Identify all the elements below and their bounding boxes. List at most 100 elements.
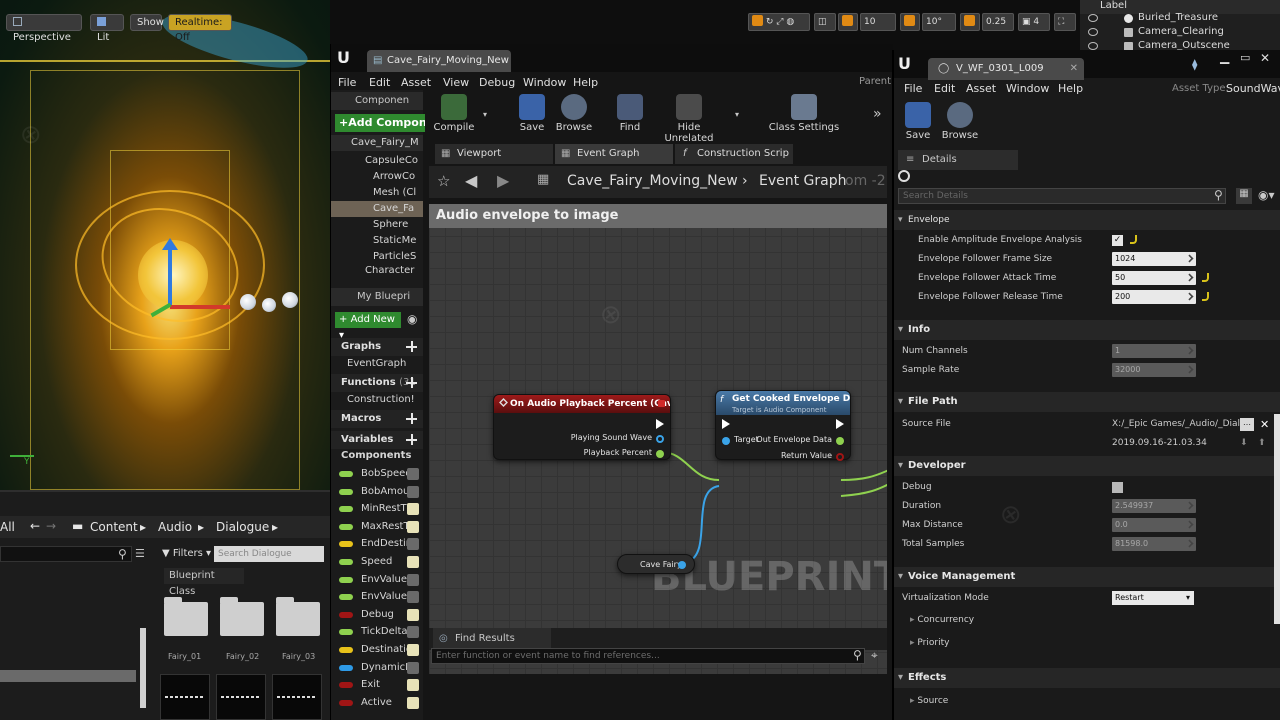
rotation-snap[interactable]: 10° xyxy=(922,13,956,31)
scale-snap[interactable]: 0.25 xyxy=(982,13,1014,31)
white-orb[interactable] xyxy=(262,298,276,312)
event-graph-item[interactable]: EventGraph xyxy=(331,356,423,372)
variable-item[interactable]: MinRestTi xyxy=(331,501,423,517)
browse-file-button[interactable]: … xyxy=(1240,418,1254,431)
lit-button[interactable]: Lit xyxy=(90,14,124,43)
star-icon[interactable]: ☆ xyxy=(437,172,450,190)
search-details-input[interactable]: Search Details xyxy=(898,188,1226,204)
forward-arrow-icon[interactable]: → xyxy=(46,519,56,533)
details-tab[interactable]: ≡ Details xyxy=(898,150,1018,170)
voice-management-section[interactable]: Voice Management xyxy=(894,567,1280,587)
variable-item[interactable]: Active xyxy=(331,695,423,711)
component-item[interactable]: StaticMe xyxy=(331,233,423,249)
surface-snap-button[interactable]: ◫ xyxy=(814,13,836,31)
tab-construction-script[interactable]: f Construction Scrip xyxy=(675,144,793,164)
variable-item[interactable]: DynamicM xyxy=(331,660,423,676)
breadcrumb-event-graph[interactable]: Event Graph xyxy=(759,173,847,189)
menu-window[interactable]: Window xyxy=(1006,80,1049,98)
visibility-eye-icon[interactable] xyxy=(407,468,419,480)
blueprint-tab[interactable]: ▤ Cave_Fairy_Moving_New xyxy=(367,50,511,72)
scrollbar[interactable] xyxy=(0,670,136,682)
back-arrow-icon[interactable]: ← xyxy=(30,519,40,533)
menu-debug[interactable]: Debug xyxy=(479,74,515,92)
breadcrumb-content[interactable]: Content xyxy=(90,520,138,534)
hide-unrelated-button[interactable]: Hide Unrelated xyxy=(653,94,725,144)
scrollbar[interactable] xyxy=(140,628,146,708)
tab-viewport[interactable]: ▦ Viewport xyxy=(435,144,553,164)
visibility-eye-icon[interactable] xyxy=(407,503,419,516)
variable-item[interactable]: BobAmour xyxy=(331,484,423,500)
class-settings-button[interactable]: Class Settings xyxy=(765,94,843,133)
variable-item[interactable]: Speed xyxy=(331,554,423,570)
sound-wave-pin[interactable] xyxy=(656,435,664,443)
variable-item[interactable]: EnvValueA xyxy=(331,572,423,588)
visibility-eye-icon[interactable] xyxy=(407,485,419,498)
tab-event-graph[interactable]: ▦ Event Graph xyxy=(555,144,673,164)
envelope-data-pin[interactable] xyxy=(836,437,844,445)
breadcrumb-dialogue[interactable]: Dialogue xyxy=(216,520,269,534)
envelope-section[interactable]: Envelope xyxy=(894,210,1280,230)
components-tab[interactable]: Componen xyxy=(331,92,423,110)
variable-item[interactable]: Debug xyxy=(331,607,423,623)
list-view-icon[interactable]: ☰ xyxy=(135,547,145,560)
visibility-eye-icon[interactable] xyxy=(407,644,419,656)
virtualization-dropdown[interactable]: Restart ▾ xyxy=(1112,591,1194,605)
transform-tools[interactable]: ↻ ⤢ ◍ xyxy=(748,13,810,31)
asset-folder[interactable] xyxy=(164,597,208,636)
delegate-pin-icon[interactable] xyxy=(658,400,665,407)
menu-view[interactable]: View xyxy=(443,74,469,92)
compile-options-chevron-icon[interactable]: ▾ xyxy=(483,110,487,119)
maximize-viewport-button[interactable]: ⛶ xyxy=(1054,13,1076,31)
component-item[interactable]: ArrowCo xyxy=(331,169,423,185)
add-macro-icon[interactable] xyxy=(406,413,417,424)
developer-section[interactable]: Developer xyxy=(894,456,1280,476)
maximize-icon[interactable]: ▭ xyxy=(1240,51,1250,64)
open-source-icon[interactable]: ⬆ xyxy=(1258,434,1266,453)
variable-item[interactable]: TickDelta xyxy=(331,624,423,640)
variable-out-pin[interactable] xyxy=(678,561,686,569)
visibility-eye-icon[interactable] xyxy=(407,696,419,709)
attack-time-input[interactable]: 50 xyxy=(1112,271,1196,285)
reimport-icon[interactable]: ⬇ xyxy=(1240,434,1248,453)
forward-arrow-icon[interactable]: ▶ xyxy=(497,171,509,190)
visibility-eye-icon[interactable] xyxy=(407,520,419,533)
file-path-section[interactable]: File Path xyxy=(894,392,1280,412)
level-viewport[interactable]: Y Perspective Lit Show Realtime: Off xyxy=(0,0,330,490)
realtime-toggle[interactable]: Realtime: Off xyxy=(168,14,232,43)
rotation-snap-toggle[interactable] xyxy=(900,13,920,31)
add-component-button[interactable]: +Add Compone xyxy=(335,114,425,132)
visibility-eye-icon[interactable] xyxy=(407,591,419,604)
show-button[interactable]: Show xyxy=(130,14,164,31)
functions-section[interactable]: Functions (31 xyxy=(331,374,423,392)
gizmo-z-arrow[interactable] xyxy=(162,238,178,250)
breadcrumb-audio[interactable]: Audio xyxy=(158,520,192,534)
component-item[interactable]: Character xyxy=(331,266,423,276)
path-search-input[interactable] xyxy=(0,546,132,562)
enable-envelope-checkbox[interactable]: ✓ xyxy=(1112,235,1123,246)
function-node[interactable]: Get Cooked Envelope Data Target is Audio… xyxy=(715,390,851,461)
event-node[interactable]: On Audio Playback Percent (Cave_Fairy) P… xyxy=(493,394,671,460)
asset-folder[interactable] xyxy=(276,597,320,636)
browse-button[interactable]: Browse xyxy=(930,102,990,141)
macros-section[interactable]: Macros xyxy=(331,410,423,428)
add-variable-icon[interactable] xyxy=(406,434,417,445)
concurrency-row[interactable]: ▸ Concurrency xyxy=(902,611,1274,630)
gizmo-x[interactable] xyxy=(170,305,230,309)
effects-section[interactable]: Effects xyxy=(894,668,1280,688)
outliner-row[interactable]: Buried_Treasure xyxy=(1080,12,1280,26)
toolbar-overflow-icon[interactable]: » xyxy=(873,106,882,122)
priority-row[interactable]: ▸ Priority xyxy=(902,634,1274,653)
return-value-pin[interactable] xyxy=(836,453,844,461)
variable-item[interactable]: EndDestin xyxy=(331,536,423,552)
visibility-eye-icon[interactable] xyxy=(407,661,419,674)
visibility-eye-icon[interactable] xyxy=(407,556,419,568)
sound-wave-thumbnail[interactable] xyxy=(216,674,266,720)
find-in-all-binoculars-icon[interactable]: ⌖ xyxy=(871,648,878,663)
white-orb[interactable] xyxy=(240,294,256,310)
component-item[interactable]: ParticleS xyxy=(331,249,423,265)
sound-wave-thumbnail[interactable] xyxy=(272,674,322,720)
exec-out-pin[interactable] xyxy=(656,419,664,429)
outliner-row[interactable]: Camera_Clearing xyxy=(1080,26,1280,40)
close-tab-icon[interactable]: ✕ xyxy=(1070,58,1078,80)
add-new-button[interactable]: + Add New ▾ xyxy=(335,312,401,341)
